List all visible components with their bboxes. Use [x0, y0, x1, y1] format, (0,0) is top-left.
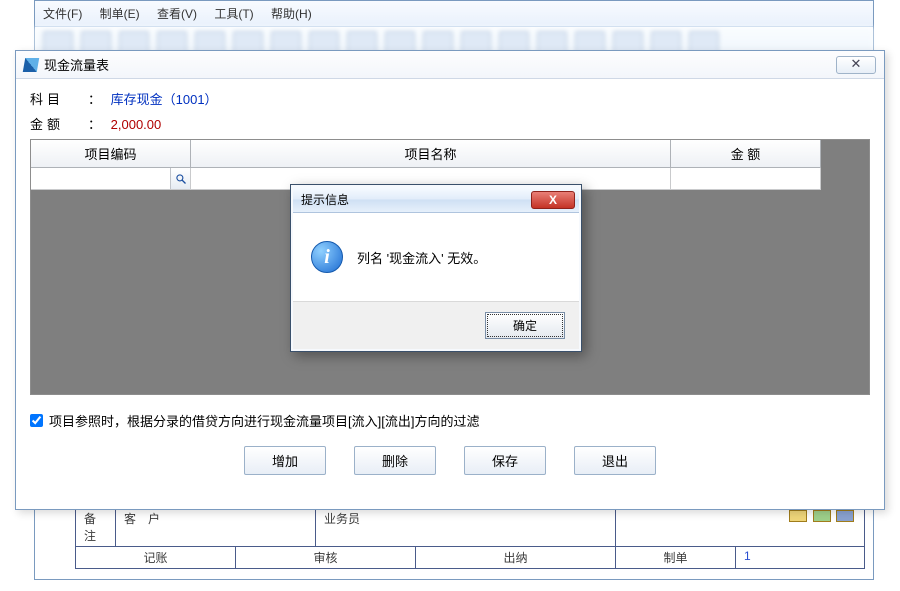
del-button[interactable]: 删除: [354, 446, 436, 475]
info-icon: i: [311, 241, 343, 273]
maker-value: 1: [736, 547, 864, 568]
col-header-code[interactable]: 项目编码: [31, 140, 191, 168]
label-operator: 业务员: [316, 508, 616, 546]
label-audit: 审核: [236, 547, 416, 568]
voucher-footer-grid: 备注 客 户 业务员 记账 审核 出纳 制单 1: [75, 507, 865, 569]
filter-checkbox[interactable]: [30, 414, 43, 427]
label-remark: 备注: [76, 508, 116, 546]
footer-icon-1[interactable]: [789, 510, 807, 522]
label-maker: 制单: [616, 547, 736, 568]
label-cashier: 出纳: [416, 547, 616, 568]
cash-flow-button-row: 增加 删除 保存 退出: [30, 446, 870, 475]
exit-button[interactable]: 退出: [574, 446, 656, 475]
dialog-close-button[interactable]: X: [531, 191, 575, 209]
dialog-body: i 列名 '现金流入' 无效。: [293, 213, 579, 301]
close-button[interactable]: ✕: [836, 56, 876, 74]
dialog-message: 列名 '现金流入' 无效。: [357, 248, 486, 267]
filter-checkbox-label: 项目参照时，根据分录的借贷方向进行现金流量项目[流入][流出]方向的过滤: [49, 411, 479, 430]
add-button[interactable]: 增加: [244, 446, 326, 475]
menu-file[interactable]: 文件(F): [43, 7, 82, 21]
cell-money[interactable]: [671, 168, 821, 190]
menubar: 文件(F) 制单(E) 查看(V) 工具(T) 帮助(H): [35, 1, 873, 27]
cash-flow-title: 现金流量表: [44, 55, 836, 74]
subject-row: 科目： 库存现金（1001）: [30, 89, 870, 108]
col-header-name[interactable]: 项目名称: [191, 140, 671, 168]
footer-icons: [616, 508, 864, 546]
grid-header-row: 项目编码 项目名称 金 额: [31, 140, 821, 168]
cash-flow-titlebar: 现金流量表 ✕: [16, 51, 884, 79]
lookup-button[interactable]: [170, 168, 190, 189]
save-button[interactable]: 保存: [464, 446, 546, 475]
cell-code[interactable]: [31, 168, 191, 190]
footer-icon-2[interactable]: [813, 510, 831, 522]
col-header-money[interactable]: 金 额: [671, 140, 821, 168]
label-book: 记账: [76, 547, 236, 568]
filter-checkbox-row: 项目参照时，根据分录的借贷方向进行现金流量项目[流入][流出]方向的过滤: [30, 411, 870, 430]
amount-value: 2,000.00: [111, 117, 162, 132]
search-icon: [175, 173, 187, 185]
dialog-titlebar: 提示信息 X: [293, 187, 579, 213]
subject-link[interactable]: 库存现金（1001）: [111, 92, 218, 107]
app-icon: [23, 58, 39, 72]
label-customer: 客 户: [116, 508, 316, 546]
info-dialog: 提示信息 X i 列名 '现金流入' 无效。 确定: [290, 184, 582, 352]
amount-label: 金额: [30, 114, 82, 133]
dialog-title: 提示信息: [301, 191, 531, 208]
footer-icon-3[interactable]: [836, 510, 854, 522]
menu-make[interactable]: 制单(E): [100, 7, 140, 21]
dialog-footer: 确定: [293, 301, 579, 349]
menu-tools[interactable]: 工具(T): [214, 7, 253, 21]
menu-help[interactable]: 帮助(H): [271, 7, 312, 21]
ok-button[interactable]: 确定: [485, 312, 565, 339]
amount-row: 金额： 2,000.00: [30, 114, 870, 133]
subject-label: 科目: [30, 89, 82, 108]
menu-view[interactable]: 查看(V): [157, 7, 197, 21]
